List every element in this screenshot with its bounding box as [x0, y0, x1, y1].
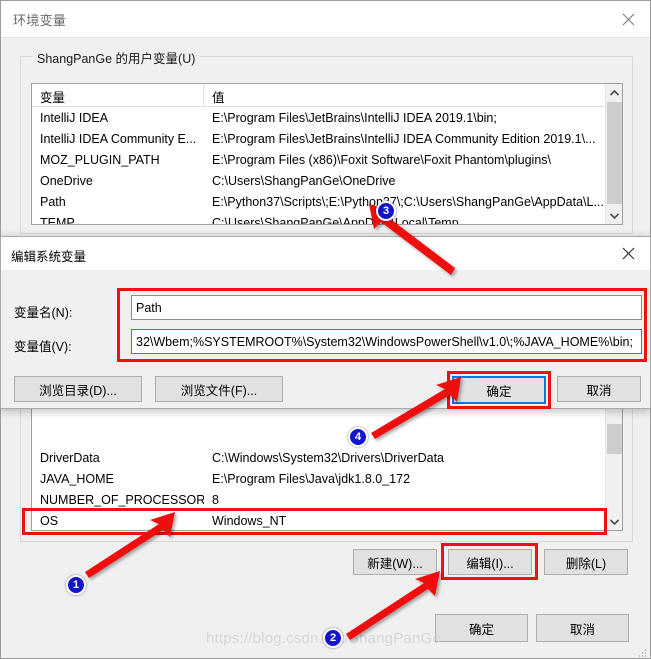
- close-icon[interactable]: [606, 237, 650, 270]
- table-row[interactable]: JAVA_HOME E:\Program Files\Java\jdk1.8.0…: [32, 468, 622, 489]
- close-icon[interactable]: [606, 1, 650, 37]
- variable-name-input[interactable]: Path: [131, 295, 642, 320]
- step-badge-1: 1: [66, 575, 86, 595]
- cell-name: DriverData: [40, 450, 100, 465]
- window-title: 环境变量: [13, 13, 67, 28]
- table-row[interactable]: Path E:\Python37\Scripts\;E:\Python37\;C…: [32, 191, 622, 212]
- edit-button[interactable]: 编辑(I)...: [448, 549, 532, 575]
- scroll-up-icon[interactable]: [606, 84, 622, 101]
- user-variables-rows: IntelliJ IDEA E:\Program Files\JetBrains…: [32, 107, 622, 225]
- cell-value: C:\Users\ShangPanGe\AppData\Local\Temp: [212, 215, 459, 225]
- user-variables-group: ShangPanGe 的用户变量(U) 变量 值 IntelliJ IDEA E…: [20, 48, 633, 234]
- edit-dialog-titlebar: 编辑系统变量: [1, 237, 650, 271]
- cell-value: E:\Program Files\JetBrains\IntelliJ IDEA…: [212, 110, 497, 125]
- browse-file-button[interactable]: 浏览文件(F)...: [155, 376, 283, 402]
- table-row[interactable]: DriverData C:\Windows\System32\Drivers\D…: [32, 447, 622, 468]
- cancel-button[interactable]: 取消: [536, 614, 629, 642]
- cell-name: IntelliJ IDEA Community E...: [40, 131, 197, 146]
- cell-value: E:\Program Files (x86)\Foxit Software\Fo…: [212, 152, 552, 167]
- edit-dialog-title: 编辑系统变量: [11, 250, 87, 264]
- cell-name: MOZ_PLUGIN_PATH: [40, 152, 160, 167]
- user-variables-legend: ShangPanGe 的用户变量(U): [32, 48, 201, 67]
- new-button[interactable]: 新建(W)...: [353, 549, 437, 575]
- step-badge-4: 4: [348, 427, 368, 447]
- table-row[interactable]: IntelliJ IDEA Community E... E:\Program …: [32, 128, 622, 149]
- column-header-value[interactable]: 值: [204, 84, 622, 106]
- table-row[interactable]: NUMBER_OF_PROCESSORS 8: [32, 489, 622, 510]
- scroll-down-icon[interactable]: [606, 513, 622, 530]
- resize-grip-icon[interactable]: [637, 645, 647, 657]
- table-row[interactable]: OS Windows_NT: [32, 510, 622, 530]
- cell-name: Path: [40, 194, 66, 209]
- scrollbar-thumb[interactable]: [607, 102, 622, 204]
- cell-name: IntelliJ IDEA: [40, 110, 109, 125]
- table-row[interactable]: IntelliJ IDEA E:\Program Files\JetBrains…: [32, 107, 622, 128]
- user-variables-listview[interactable]: 变量 值 IntelliJ IDEA E:\Program Files\JetB…: [31, 83, 623, 225]
- variable-value-input[interactable]: 32\Wbem;%SYSTEMROOT%\System32\WindowsPow…: [131, 329, 642, 354]
- table-row[interactable]: MOZ_PLUGIN_PATH E:\Program Files (x86)\F…: [32, 149, 622, 170]
- screenshot-root: 环境变量 ShangPanGe 的用户变量(U) 变量 值 IntelliJ I…: [0, 0, 651, 659]
- user-variables-scrollbar[interactable]: [605, 84, 622, 224]
- step-badge-3: 3: [376, 201, 396, 221]
- scroll-down-icon[interactable]: [606, 207, 622, 224]
- cell-name: OS: [40, 513, 59, 528]
- cell-value: C:\Windows\System32\Drivers\DriverData: [212, 450, 444, 465]
- cell-name: NUMBER_OF_PROCESSORS: [40, 492, 204, 507]
- table-row[interactable]: TEMP C:\Users\ShangPanGe\AppData\Local\T…: [32, 212, 622, 225]
- edit-dialog-cancel-button[interactable]: 取消: [557, 376, 641, 402]
- cell-value: E:\Python37\Scripts\;E:\Python37\;C:\Use…: [212, 194, 604, 209]
- scrollbar-thumb[interactable]: [607, 424, 622, 454]
- cell-name: JAVA_HOME: [40, 471, 114, 486]
- column-header-name[interactable]: 变量: [32, 84, 204, 106]
- table-row[interactable]: OneDrive C:\Users\ShangPanGe\OneDrive: [32, 170, 622, 191]
- edit-dialog-ok-button[interactable]: 确定: [452, 376, 546, 404]
- step-badge-2: 2: [323, 628, 343, 648]
- cell-value: Windows_NT: [212, 513, 287, 528]
- cell-name: TEMP: [40, 215, 75, 225]
- cell-name: OneDrive: [40, 173, 93, 188]
- delete-button[interactable]: 删除(L): [544, 549, 628, 575]
- window-titlebar: 环境变量: [1, 1, 650, 38]
- user-variables-header: 变量 值: [32, 84, 622, 107]
- browse-directory-button[interactable]: 浏览目录(D)...: [14, 376, 142, 402]
- variable-name-label: 变量名(N):: [14, 306, 73, 320]
- cell-value: 8: [212, 492, 219, 507]
- ok-button[interactable]: 确定: [435, 614, 528, 642]
- cell-value: E:\Program Files\Java\jdk1.8.0_172: [212, 471, 411, 486]
- cell-value: C:\Users\ShangPanGe\OneDrive: [212, 173, 396, 188]
- cell-value: E:\Program Files\JetBrains\IntelliJ IDEA…: [212, 131, 596, 146]
- variable-value-label: 变量值(V):: [14, 340, 72, 354]
